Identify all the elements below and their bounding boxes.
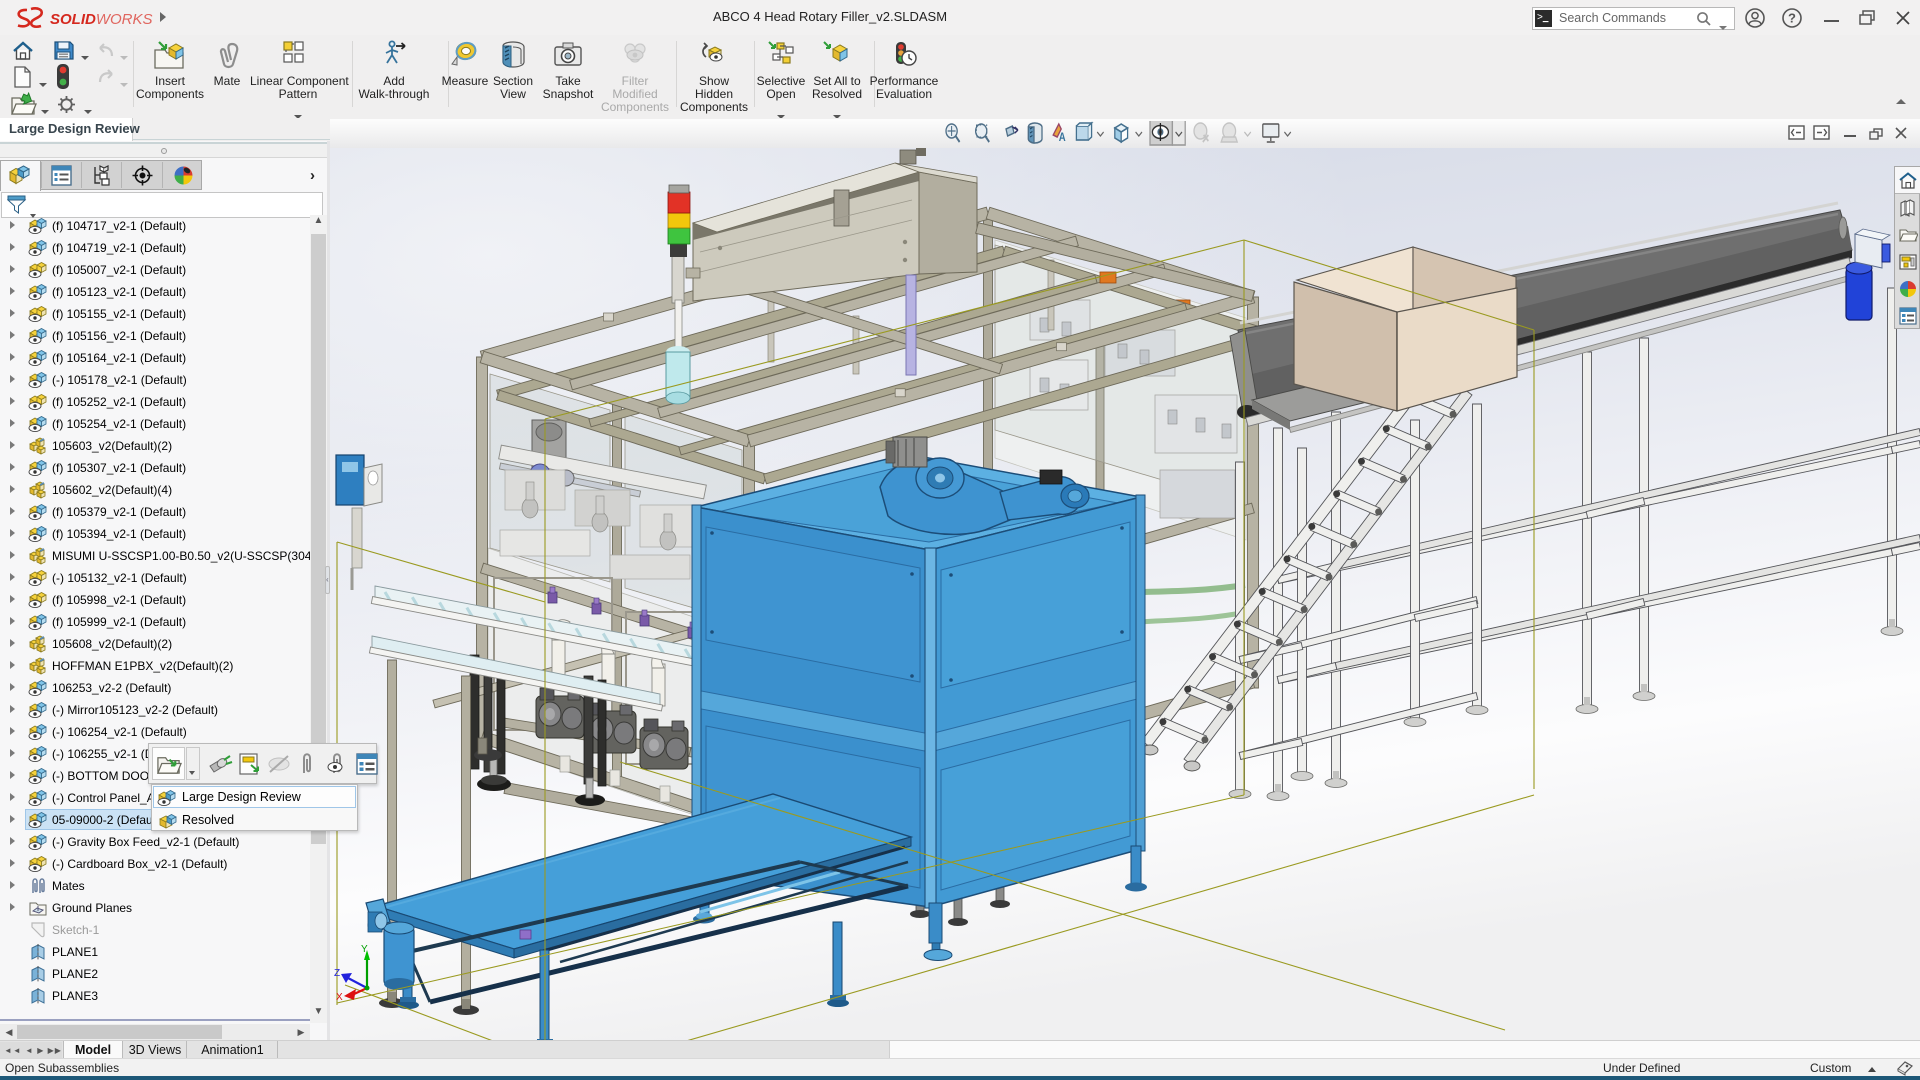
svg-text:Z: Z xyxy=(334,968,340,979)
svg-text:SOLIDWORKS: SOLIDWORKS xyxy=(50,11,153,28)
svg-text:Y: Y xyxy=(361,944,368,955)
svg-text:X: X xyxy=(336,992,343,1003)
svg-text:?: ? xyxy=(1788,11,1796,26)
svg-text:A: A xyxy=(1059,131,1066,144)
